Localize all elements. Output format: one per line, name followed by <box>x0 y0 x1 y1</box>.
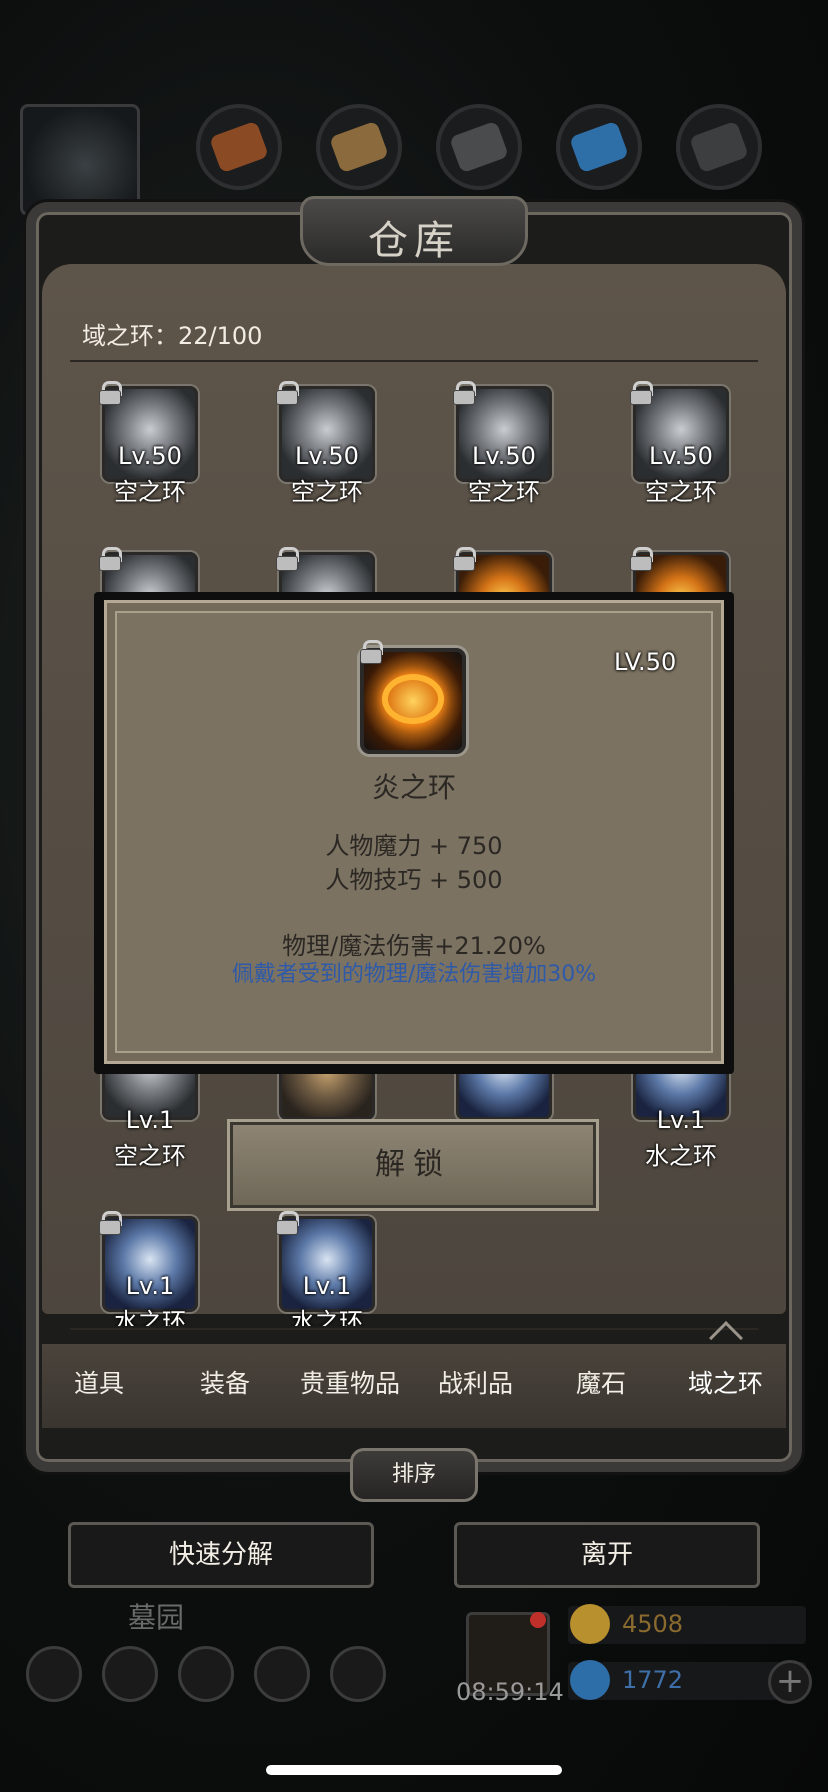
slot-name: 空之环 <box>645 478 717 506</box>
resource-plank[interactable]: 23326 <box>316 104 402 220</box>
lock-icon <box>630 381 653 405</box>
lock-icon <box>630 547 653 571</box>
lock-icon <box>99 1211 122 1235</box>
unlock-button[interactable]: 解锁 <box>230 1122 596 1208</box>
slot-level: Lv.1 <box>656 1106 706 1134</box>
ring-glow <box>382 674 444 724</box>
area-name: 墓园 <box>128 1601 185 1634</box>
slot-name: 空之环 <box>114 478 186 506</box>
crystal-icon <box>569 120 629 174</box>
slot-level: Lv.50 <box>472 442 536 470</box>
sort-button[interactable]: 排序 <box>350 1448 478 1502</box>
resource-iron[interactable]: 54251 <box>436 104 522 220</box>
resource-crystal[interactable]: …57… <box>556 104 642 220</box>
mail-icon[interactable] <box>254 1646 310 1702</box>
item-stat: 人物魔力 + 750 <box>325 832 503 860</box>
gold-coin-icon <box>570 1604 610 1644</box>
resource-wood-log[interactable]: 2… <box>196 104 282 220</box>
lock-icon <box>99 381 122 405</box>
slot-name: 水之环 <box>114 1308 186 1326</box>
plank-icon <box>329 120 389 174</box>
lock-icon <box>360 640 383 664</box>
slot-level: Lv.1 <box>125 1272 175 1300</box>
slot-level: Lv.50 <box>118 442 182 470</box>
tab-valuables[interactable]: 贵重物品 <box>300 1364 400 1400</box>
lock-icon <box>453 381 476 405</box>
iron-icon <box>449 120 509 174</box>
slot-name: 空之环 <box>114 1142 186 1170</box>
warehouse-title: 仓库 <box>368 218 460 264</box>
player-portrait[interactable] <box>20 104 140 216</box>
slot-name: 水之环 <box>645 1142 717 1170</box>
notification-dot <box>530 1612 546 1628</box>
item-name: 炎之环 <box>371 771 456 804</box>
guild-icon[interactable] <box>330 1646 386 1702</box>
blue-gem-icon <box>570 1660 610 1700</box>
ring-capacity: 域之环：22/100 <box>82 322 263 350</box>
character-icon[interactable] <box>178 1646 234 1702</box>
divider <box>70 360 758 362</box>
item-effect: 佩戴者受到的物理/魔法伤害增加30% <box>231 962 597 987</box>
add-currency-button[interactable]: + <box>768 1660 812 1704</box>
tab-loot[interactable]: 战利品 <box>438 1364 513 1400</box>
tab-domain-rings[interactable]: 域之环 <box>688 1364 763 1400</box>
slot-name: 水之环 <box>291 1308 363 1326</box>
leave-button[interactable]: 离开 <box>454 1522 760 1588</box>
lock-icon <box>276 1211 299 1235</box>
event-timer: 08:59:14 <box>456 1678 564 1706</box>
slot-level: Lv.50 <box>649 442 713 470</box>
tab-equipment[interactable]: 装备 <box>200 1364 250 1400</box>
slot-level: Lv.50 <box>295 442 359 470</box>
item-stat: 人物技巧 + 500 <box>325 866 503 894</box>
lock-icon <box>99 547 122 571</box>
gem-amount: 1772 <box>622 1666 684 1694</box>
slot-name: 空之环 <box>468 478 540 506</box>
lock-icon <box>453 547 476 571</box>
settings-gear-icon[interactable] <box>26 1646 82 1702</box>
tab-magic-stones[interactable]: 魔石 <box>576 1364 626 1400</box>
log-icon <box>209 120 269 174</box>
resource-stone[interactable]: 764854 <box>676 104 762 220</box>
category-tabs <box>42 1344 786 1428</box>
tab-items[interactable]: 道具 <box>74 1364 124 1400</box>
gold-amount: 4508 <box>622 1610 684 1638</box>
stone-icon <box>689 120 749 174</box>
divider <box>70 1328 758 1330</box>
lock-icon <box>276 381 299 405</box>
item-level: LV.50 <box>614 648 677 676</box>
slot-name: 空之环 <box>291 478 363 506</box>
lock-icon <box>276 547 299 571</box>
quick-decompose-button[interactable]: 快速分解 <box>68 1522 374 1588</box>
slot-level: Lv.1 <box>302 1272 352 1300</box>
home-indicator[interactable] <box>266 1765 562 1775</box>
emblem-icon[interactable] <box>102 1646 158 1702</box>
slot-level: Lv.1 <box>125 1106 175 1134</box>
